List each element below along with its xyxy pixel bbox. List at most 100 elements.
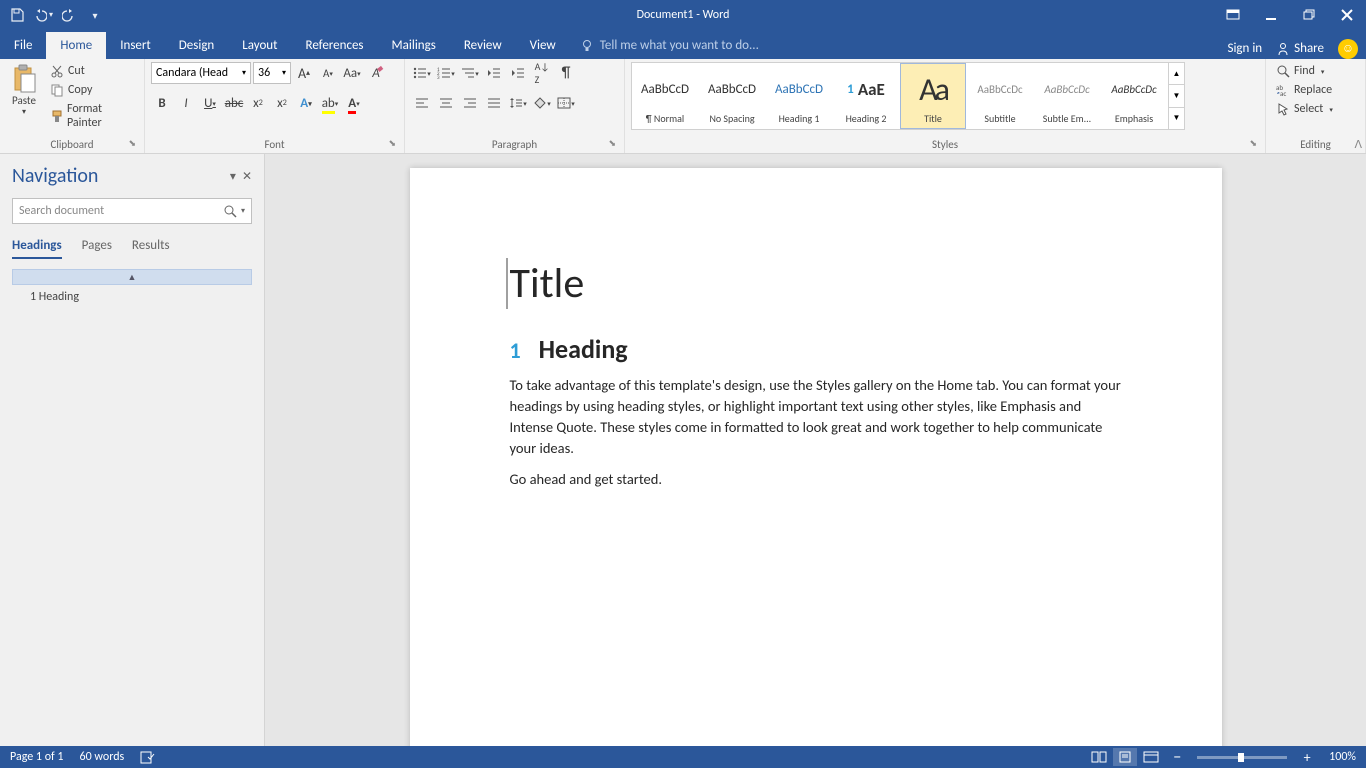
change-case-button[interactable]: Aa▾ xyxy=(341,62,363,84)
heading-text[interactable]: Heading xyxy=(539,333,628,365)
save-icon[interactable] xyxy=(6,4,28,26)
document-area[interactable]: Title 1 Heading To take advantage of thi… xyxy=(265,154,1366,746)
cut-button[interactable]: Cut xyxy=(46,62,138,80)
style-subtitle[interactable]: AaBbCcDcSubtitle xyxy=(967,63,1033,129)
zoom-out-button[interactable]: − xyxy=(1165,748,1189,766)
font-name-combo[interactable]: Candara (Head▾ xyxy=(151,62,251,84)
bold-button[interactable]: B xyxy=(151,92,173,114)
body-paragraph-1[interactable]: To take advantage of this template's des… xyxy=(510,375,1122,459)
lightbulb-icon xyxy=(580,39,594,53)
style-emphasis[interactable]: AaBbCcDcEmphasis xyxy=(1101,63,1167,129)
tab-file[interactable]: File xyxy=(0,32,46,59)
nav-menu-button[interactable]: ▾ xyxy=(230,169,236,184)
font-color-button[interactable]: A▾ xyxy=(343,92,365,114)
collapse-ribbon-button[interactable]: ᐱ xyxy=(1354,138,1362,151)
status-page[interactable]: Page 1 of 1 xyxy=(10,750,64,764)
style---normal[interactable]: AaBbCcD¶ Normal xyxy=(632,63,698,129)
title-bar: ▾ ▾ Document1 - Word xyxy=(0,0,1366,30)
justify-button[interactable] xyxy=(483,92,505,114)
nav-heading-item[interactable]: 1 Heading xyxy=(12,285,252,309)
style-heading-1[interactable]: AaBbCcDHeading 1 xyxy=(766,63,832,129)
copy-button[interactable]: Copy xyxy=(46,81,138,99)
format-painter-button[interactable]: Format Painter xyxy=(46,100,138,132)
align-center-button[interactable] xyxy=(435,92,457,114)
tab-view[interactable]: View xyxy=(516,32,570,59)
font-dialog-launcher[interactable]: ⬊ xyxy=(388,138,396,149)
italic-button[interactable]: I xyxy=(175,92,197,114)
undo-icon[interactable]: ▾ xyxy=(32,4,54,26)
paste-button[interactable]: Paste▾ xyxy=(6,62,42,119)
heading-number: 1 xyxy=(510,337,521,364)
tell-me-search[interactable]: Tell me what you want to do... xyxy=(570,32,769,59)
nav-collapse-bar[interactable]: ▲ xyxy=(12,269,252,285)
print-layout-button[interactable] xyxy=(1113,748,1137,766)
restore-button[interactable] xyxy=(1290,0,1328,30)
nav-search-input[interactable]: Search document ▾ xyxy=(12,198,252,224)
styles-scroll-down[interactable]: ▼ xyxy=(1169,85,1184,107)
underline-button[interactable]: U▾ xyxy=(199,92,221,114)
zoom-in-button[interactable]: + xyxy=(1295,748,1319,766)
decrease-indent-button[interactable] xyxy=(483,62,505,84)
close-button[interactable] xyxy=(1328,0,1366,30)
tab-design[interactable]: Design xyxy=(165,32,228,59)
status-words[interactable]: 60 words xyxy=(80,750,125,764)
web-layout-button[interactable] xyxy=(1139,748,1163,766)
styles-scroll-up[interactable]: ▲ xyxy=(1169,63,1184,85)
align-right-button[interactable] xyxy=(459,92,481,114)
style-no-spacing[interactable]: AaBbCcDNo Spacing xyxy=(699,63,765,129)
doc-title-text[interactable]: Title xyxy=(506,258,1122,309)
nav-close-button[interactable]: ✕ xyxy=(242,169,252,184)
align-left-button[interactable] xyxy=(411,92,433,114)
tab-layout[interactable]: Layout xyxy=(228,32,291,59)
strikethrough-button[interactable]: abc xyxy=(223,92,245,114)
paragraph-dialog-launcher[interactable]: ⬊ xyxy=(608,138,616,149)
redo-icon[interactable] xyxy=(58,4,80,26)
show-marks-button[interactable]: ¶ xyxy=(555,62,577,84)
clipboard-dialog-launcher[interactable]: ⬊ xyxy=(128,138,136,149)
read-mode-button[interactable] xyxy=(1087,748,1111,766)
numbering-button[interactable]: 123▾ xyxy=(435,62,457,84)
style-heading-2[interactable]: 1 AaEHeading 2 xyxy=(833,63,899,129)
style-subtle-em---[interactable]: AaBbCcDcSubtle Em... xyxy=(1034,63,1100,129)
replace-button[interactable]: abacReplace xyxy=(1272,81,1336,99)
share-button[interactable]: Share xyxy=(1270,38,1330,59)
superscript-button[interactable]: x2 xyxy=(271,92,293,114)
nav-tab-headings[interactable]: Headings xyxy=(12,238,62,259)
subscript-button[interactable]: x2 xyxy=(247,92,269,114)
increase-indent-button[interactable] xyxy=(507,62,529,84)
highlight-button[interactable]: ab▾ xyxy=(319,92,341,114)
minimize-button[interactable] xyxy=(1252,0,1290,30)
document-page[interactable]: Title 1 Heading To take advantage of thi… xyxy=(410,168,1222,746)
sign-in-link[interactable]: Sign in xyxy=(1227,41,1262,56)
font-size-combo[interactable]: 36▾ xyxy=(253,62,291,84)
tab-mailings[interactable]: Mailings xyxy=(378,32,450,59)
styles-dialog-launcher[interactable]: ⬊ xyxy=(1249,138,1257,149)
grow-font-button[interactable]: A▴ xyxy=(293,62,315,84)
line-spacing-button[interactable]: ▾ xyxy=(507,92,529,114)
shading-button[interactable]: ▾ xyxy=(531,92,553,114)
sort-button[interactable]: A↓Z xyxy=(531,62,553,84)
tab-references[interactable]: References xyxy=(292,32,378,59)
shrink-font-button[interactable]: A▾ xyxy=(317,62,339,84)
qat-customize-icon[interactable]: ▾ xyxy=(84,4,106,26)
nav-tab-results[interactable]: Results xyxy=(132,238,170,259)
bullets-button[interactable]: ▾ xyxy=(411,62,433,84)
styles-expand[interactable]: ▼ xyxy=(1169,108,1184,129)
tab-insert[interactable]: Insert xyxy=(106,32,165,59)
style-title[interactable]: AaTitle xyxy=(900,63,966,129)
zoom-level[interactable]: 100% xyxy=(1329,750,1356,764)
feedback-smile-icon[interactable]: ☺ xyxy=(1338,39,1358,59)
body-paragraph-2[interactable]: Go ahead and get started. xyxy=(510,469,1122,490)
tab-home[interactable]: Home xyxy=(46,32,106,59)
nav-tab-pages[interactable]: Pages xyxy=(82,238,112,259)
borders-button[interactable]: ▾ xyxy=(555,92,577,114)
find-button[interactable]: Find▾ xyxy=(1272,62,1328,80)
status-proofing-icon[interactable] xyxy=(140,750,156,764)
zoom-slider[interactable] xyxy=(1197,756,1287,759)
select-button[interactable]: Select▾ xyxy=(1272,100,1337,118)
tab-review[interactable]: Review xyxy=(450,32,516,59)
text-effects-button[interactable]: A▾ xyxy=(295,92,317,114)
clear-formatting-button[interactable]: A◆ xyxy=(365,62,387,84)
multilevel-list-button[interactable]: ▾ xyxy=(459,62,481,84)
ribbon-display-icon[interactable] xyxy=(1214,0,1252,30)
